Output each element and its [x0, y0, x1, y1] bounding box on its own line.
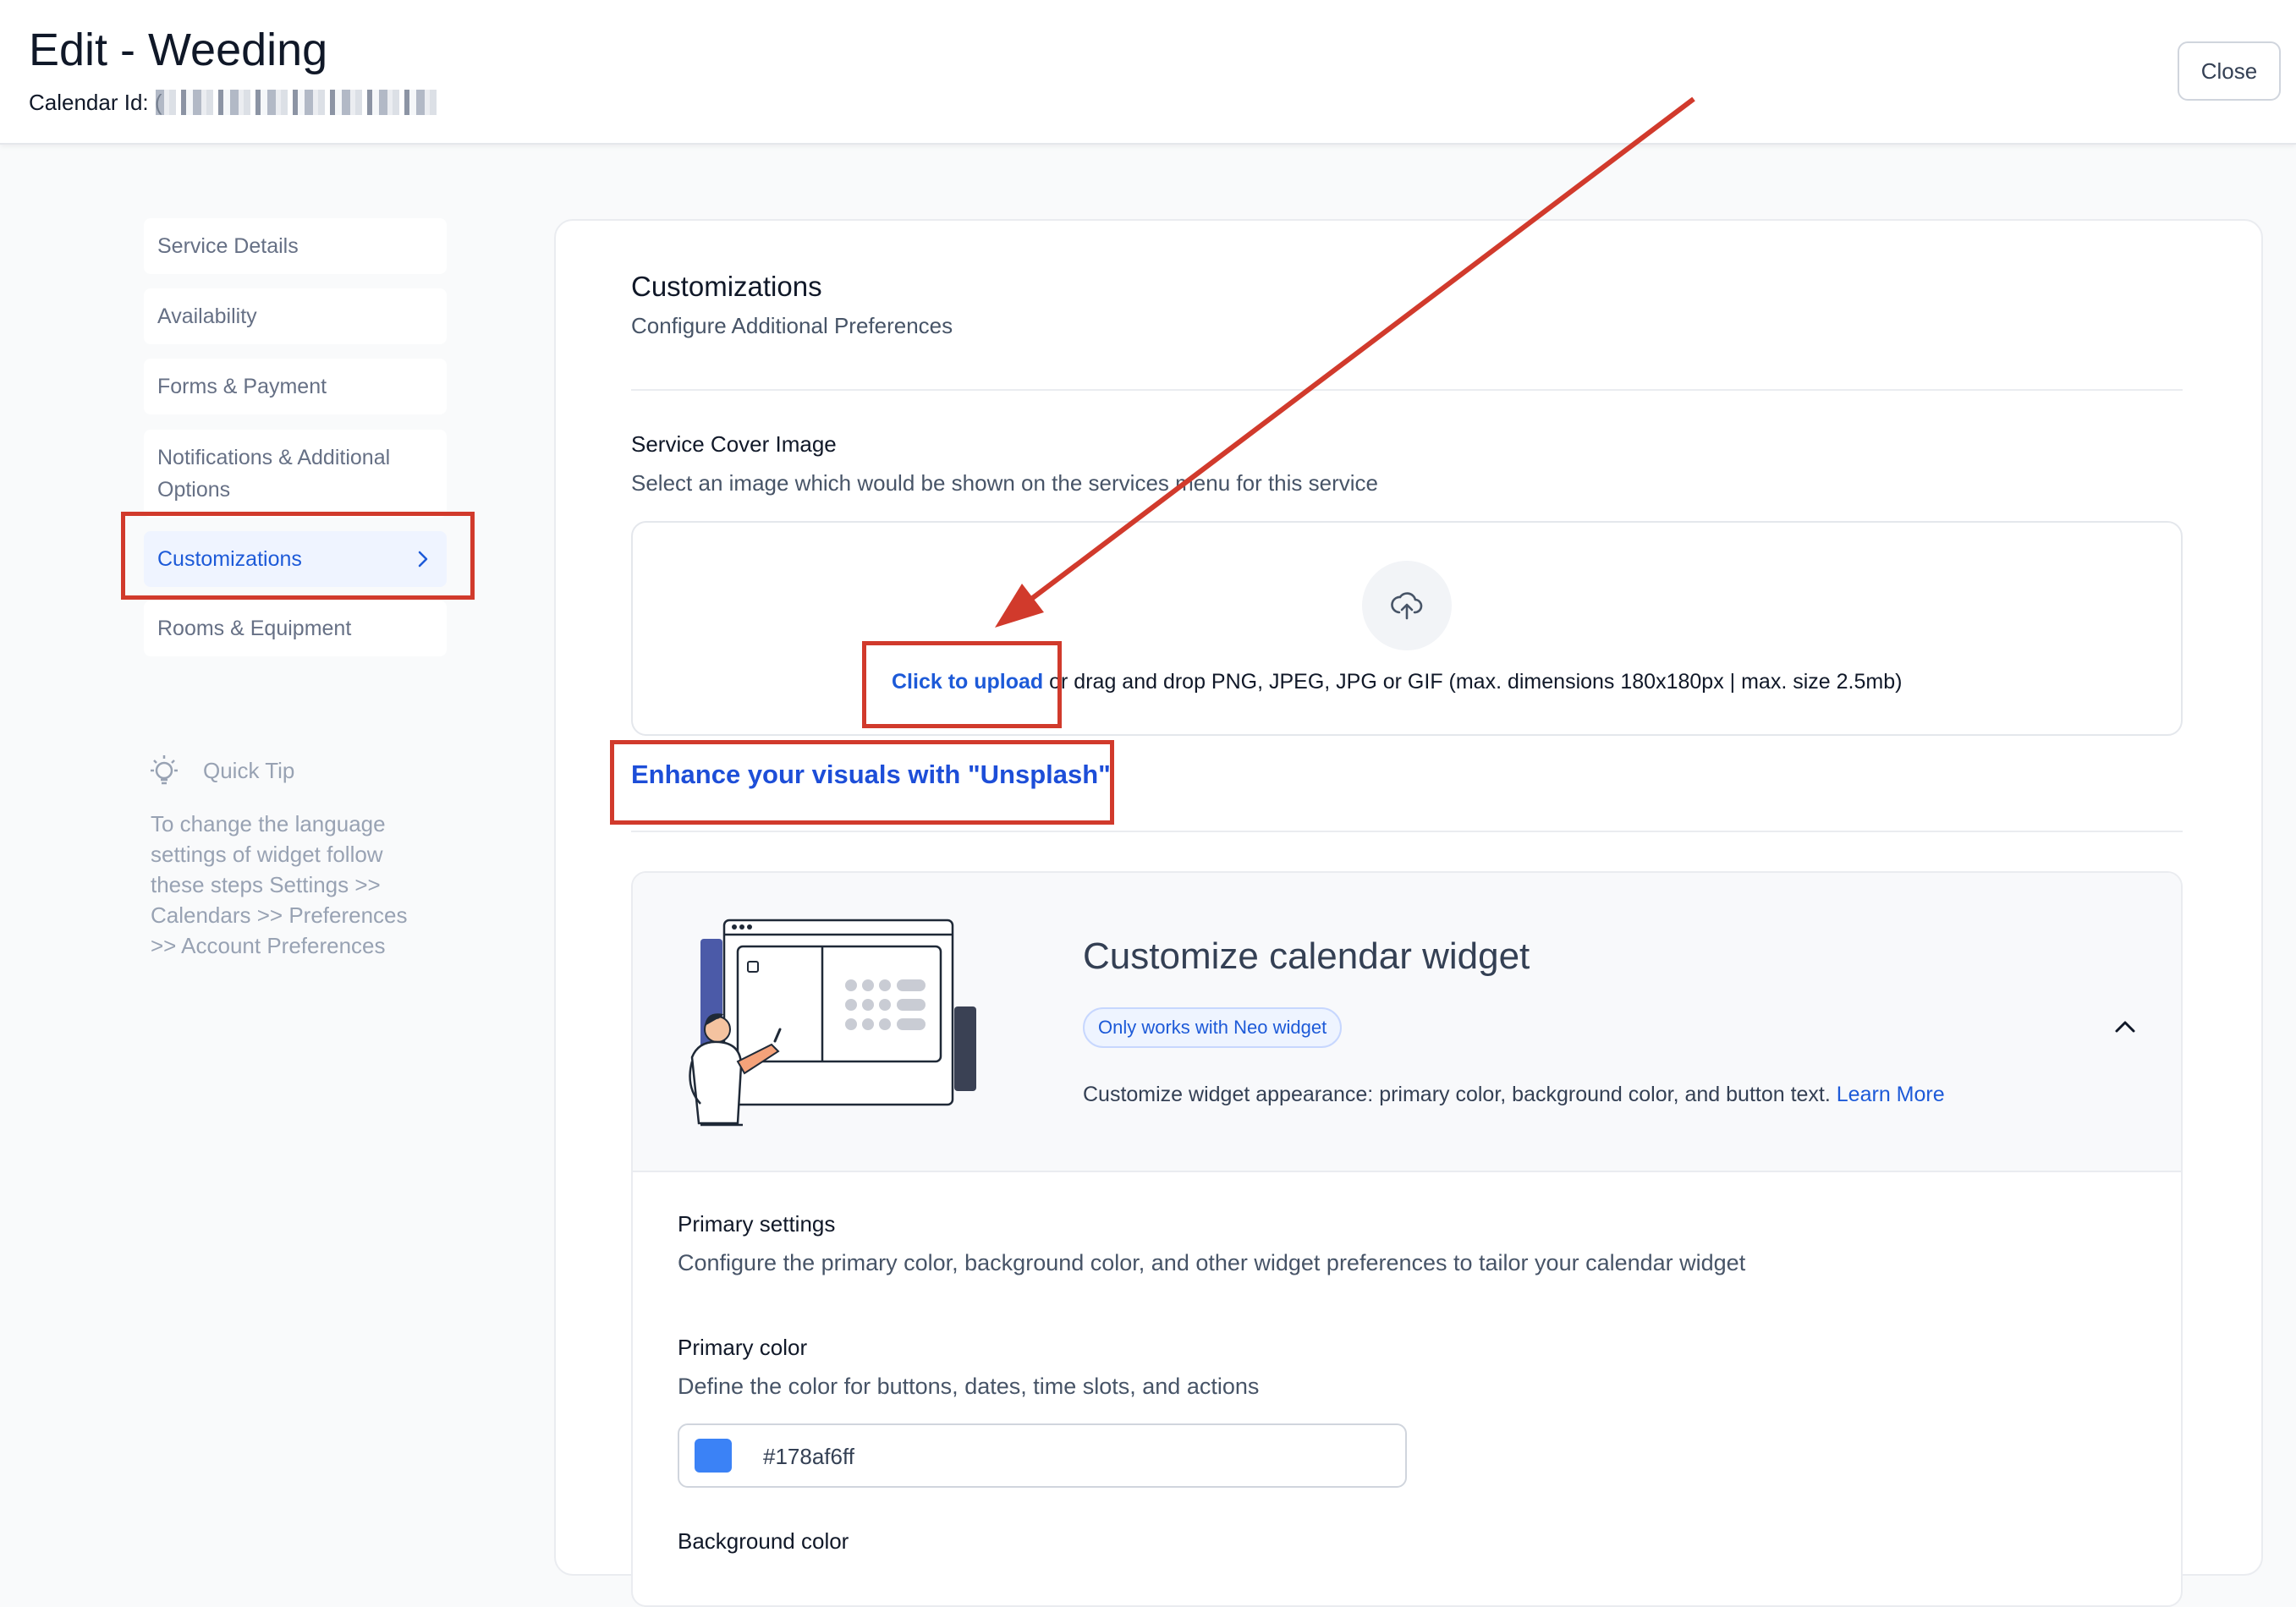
cover-image-description: Select an image which would be shown on …: [631, 470, 1378, 496]
primary-color-value[interactable]: #178af6ff: [763, 1444, 854, 1470]
widget-description-text: Customize widget appearance: primary col…: [1083, 1083, 1837, 1106]
calendar-widget-illustration: [667, 918, 1005, 1133]
lightbulb-icon: [146, 752, 183, 789]
sidebar-item-notifications[interactable]: Notifications & Additional Options: [144, 430, 447, 518]
divider: [631, 389, 2183, 391]
page-header: Edit - Weeding Calendar Id: ( Close: [0, 0, 2296, 145]
calendar-id-value-redacted: [156, 90, 442, 115]
neo-widget-badge: Only works with Neo widget: [1083, 1007, 1343, 1048]
calendar-id-label: Calendar Id: (: [29, 90, 162, 115]
primary-color-title: Primary color: [678, 1335, 808, 1360]
widget-title: Customize calendar widget: [1083, 935, 1530, 977]
chevron-up-icon[interactable]: [2112, 1013, 2139, 1040]
annotation-box-customizations: [121, 512, 475, 600]
quick-tip-text: To change the language settings of widge…: [151, 811, 408, 958]
sidebar-item-availability[interactable]: Availability: [144, 288, 447, 344]
primary-color-swatch[interactable]: [695, 1439, 732, 1473]
learn-more-link[interactable]: Learn More: [1837, 1083, 1945, 1106]
primary-settings-description: Configure the primary color, background …: [678, 1250, 1746, 1275]
sidebar-item-service-details[interactable]: Service Details: [144, 218, 447, 274]
sidebar-item-rooms-equipment[interactable]: Rooms & Equipment: [144, 601, 447, 656]
annotation-box-unsplash: [610, 740, 1114, 825]
divider: [631, 831, 2183, 832]
cover-image-title: Service Cover Image: [631, 431, 837, 457]
sidebar-item-forms-payment[interactable]: Forms & Payment: [144, 359, 447, 414]
upload-format-text: or drag and drop PNG, JPEG, JPG or GIF (…: [1043, 670, 1903, 694]
page-title: Edit - Weeding: [29, 25, 328, 75]
quick-tip-title: Quick Tip: [203, 758, 295, 783]
background-color-title: Background color: [678, 1528, 849, 1554]
cloud-upload-icon[interactable]: [1362, 561, 1452, 650]
annotation-box-upload: [862, 641, 1062, 728]
widget-description: Customize widget appearance: primary col…: [1083, 1083, 1945, 1107]
primary-color-description: Define the color for buttons, dates, tim…: [678, 1374, 1260, 1399]
section-subtitle: Configure Additional Preferences: [631, 313, 953, 338]
primary-settings-title: Primary settings: [678, 1211, 836, 1237]
close-button[interactable]: Close: [2178, 41, 2281, 101]
section-title: Customizations: [631, 271, 822, 302]
